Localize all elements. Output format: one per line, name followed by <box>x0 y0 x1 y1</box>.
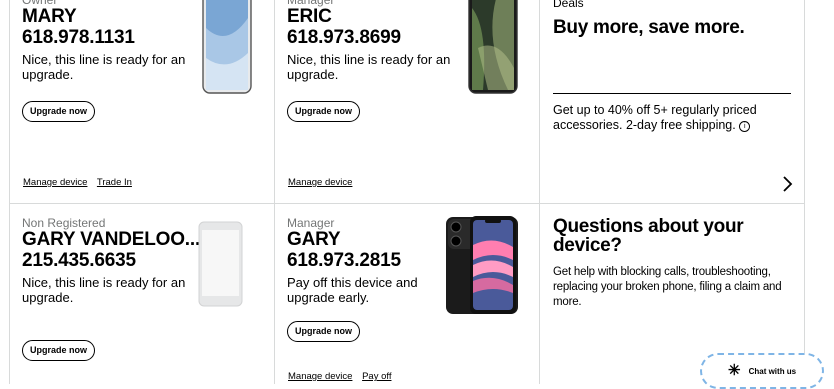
line-role: Non Registered <box>22 216 106 230</box>
manage-device-link[interactable]: Manage device <box>23 177 87 188</box>
deals-title: Buy more, save more. <box>553 17 745 38</box>
pay-off-link[interactable]: Pay off <box>362 371 391 382</box>
trade-in-link[interactable]: Trade In <box>97 177 132 188</box>
deals-text: Get up to 40% off 5+ regularly priced ac… <box>553 103 788 133</box>
line-message: Pay off this device and upgrade early. <box>287 275 418 305</box>
line-links: Manage device Pay off <box>288 371 398 382</box>
deals-label: Deals <box>553 0 584 10</box>
line-message: Nice, this line is ready for an upgrade. <box>22 275 186 305</box>
space-gray-iphone-xs-icon <box>468 0 518 94</box>
line-tile-gary: Manager GARY 618.973.2815 Pay off this d… <box>275 204 539 384</box>
line-name: GARY VANDELOO... <box>22 229 201 250</box>
line-message: Nice, this line is ready for an upgrade. <box>287 52 451 82</box>
deals-tile: Deals Buy more, save more. Get up to 40%… <box>540 0 804 203</box>
line-name: MARY <box>22 6 77 27</box>
info-circle-icon[interactable]: i <box>739 121 751 132</box>
questions-title: Questions about your device? <box>553 216 744 256</box>
upgrade-now-button[interactable]: Upgrade now <box>287 101 361 122</box>
manage-device-link[interactable]: Manage device <box>288 371 352 382</box>
line-links: Manage device <box>288 177 359 188</box>
line-number: 618.978.1131 <box>22 27 135 48</box>
line-number: 215.435.6635 <box>22 250 136 271</box>
upgrade-now-button[interactable]: Upgrade now <box>22 101 96 122</box>
manage-device-link[interactable]: Manage device <box>288 177 352 188</box>
line-links: Manage device Trade In <box>23 177 139 188</box>
white-iphone-xr-icon <box>202 0 252 94</box>
generic-phone-placeholder-icon <box>198 221 243 307</box>
line-number: 618.973.8699 <box>287 27 401 48</box>
chat-sparkle-icon: ✳ <box>728 362 741 379</box>
deals-description: Get up to 40% off 5+ regularly priced ac… <box>553 103 757 132</box>
line-role: Manager <box>287 216 335 230</box>
black-iphone-11-icon <box>446 216 518 314</box>
deals-divider <box>553 93 791 94</box>
upgrade-now-button[interactable]: Upgrade now <box>22 340 96 361</box>
line-tile-eric: Manager ERIC 618.973.8699 Nice, this lin… <box>275 0 539 203</box>
questions-text: Get help with blocking calls, troublesho… <box>553 266 782 308</box>
chat-label: Chat with us <box>748 366 797 376</box>
upgrade-now-button[interactable]: Upgrade now <box>287 321 361 342</box>
chevron-right-icon[interactable] <box>781 176 793 192</box>
divider-vertical-3 <box>804 0 805 384</box>
line-name: GARY <box>287 229 341 250</box>
line-message: Nice, this line is ready for an upgrade. <box>22 52 186 82</box>
line-tile-gary-vandeloo: Non Registered GARY VANDELOO... 215.435.… <box>10 204 274 384</box>
line-number: 618.973.2815 <box>287 250 401 271</box>
line-tile-mary: Owner MARY 618.978.1131 Nice, this line … <box>10 0 274 203</box>
line-name: ERIC <box>287 6 332 27</box>
